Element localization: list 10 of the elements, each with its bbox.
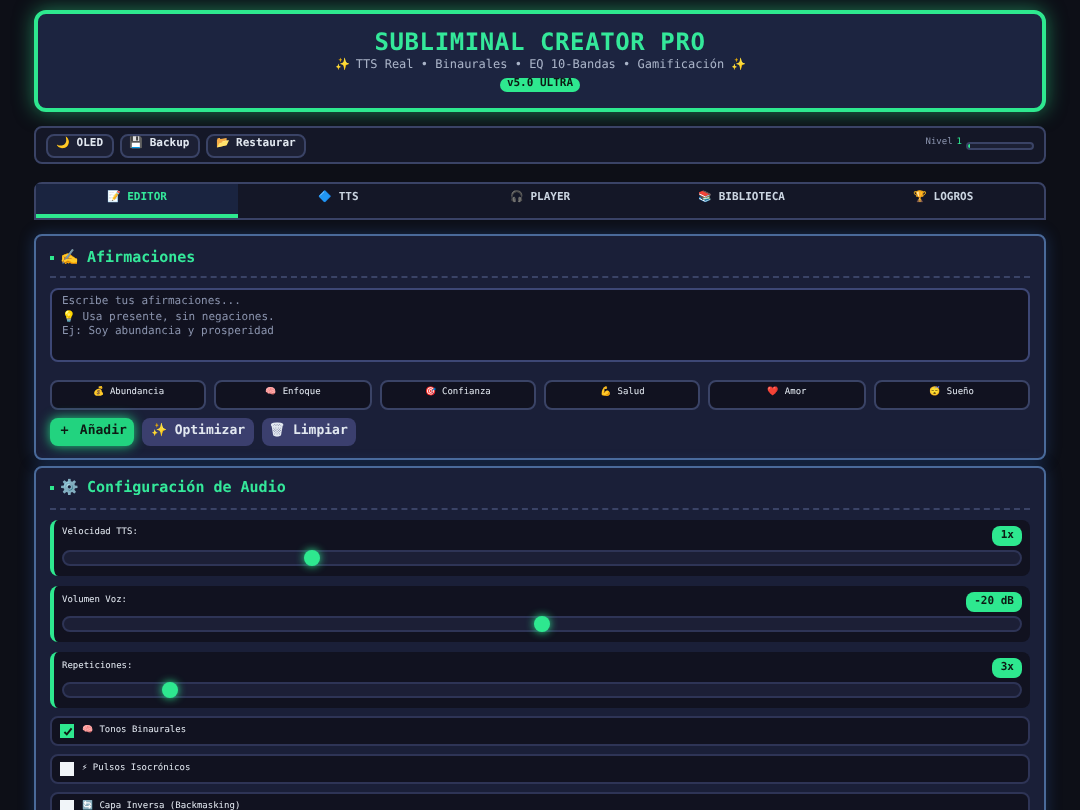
slider-track[interactable] <box>62 682 1022 699</box>
checkbox[interactable] <box>60 762 74 777</box>
app-title: SUBLIMINAL CREATOR PRO <box>374 29 706 54</box>
slider-track[interactable] <box>62 549 1022 566</box>
slider-track[interactable] <box>62 616 1022 632</box>
slider-thumb[interactable] <box>161 682 178 699</box>
slider-thumb[interactable] <box>304 549 321 566</box>
checkbox[interactable] <box>60 800 74 810</box>
slider-thumb[interactable] <box>534 616 550 632</box>
checkbox[interactable] <box>60 724 74 739</box>
